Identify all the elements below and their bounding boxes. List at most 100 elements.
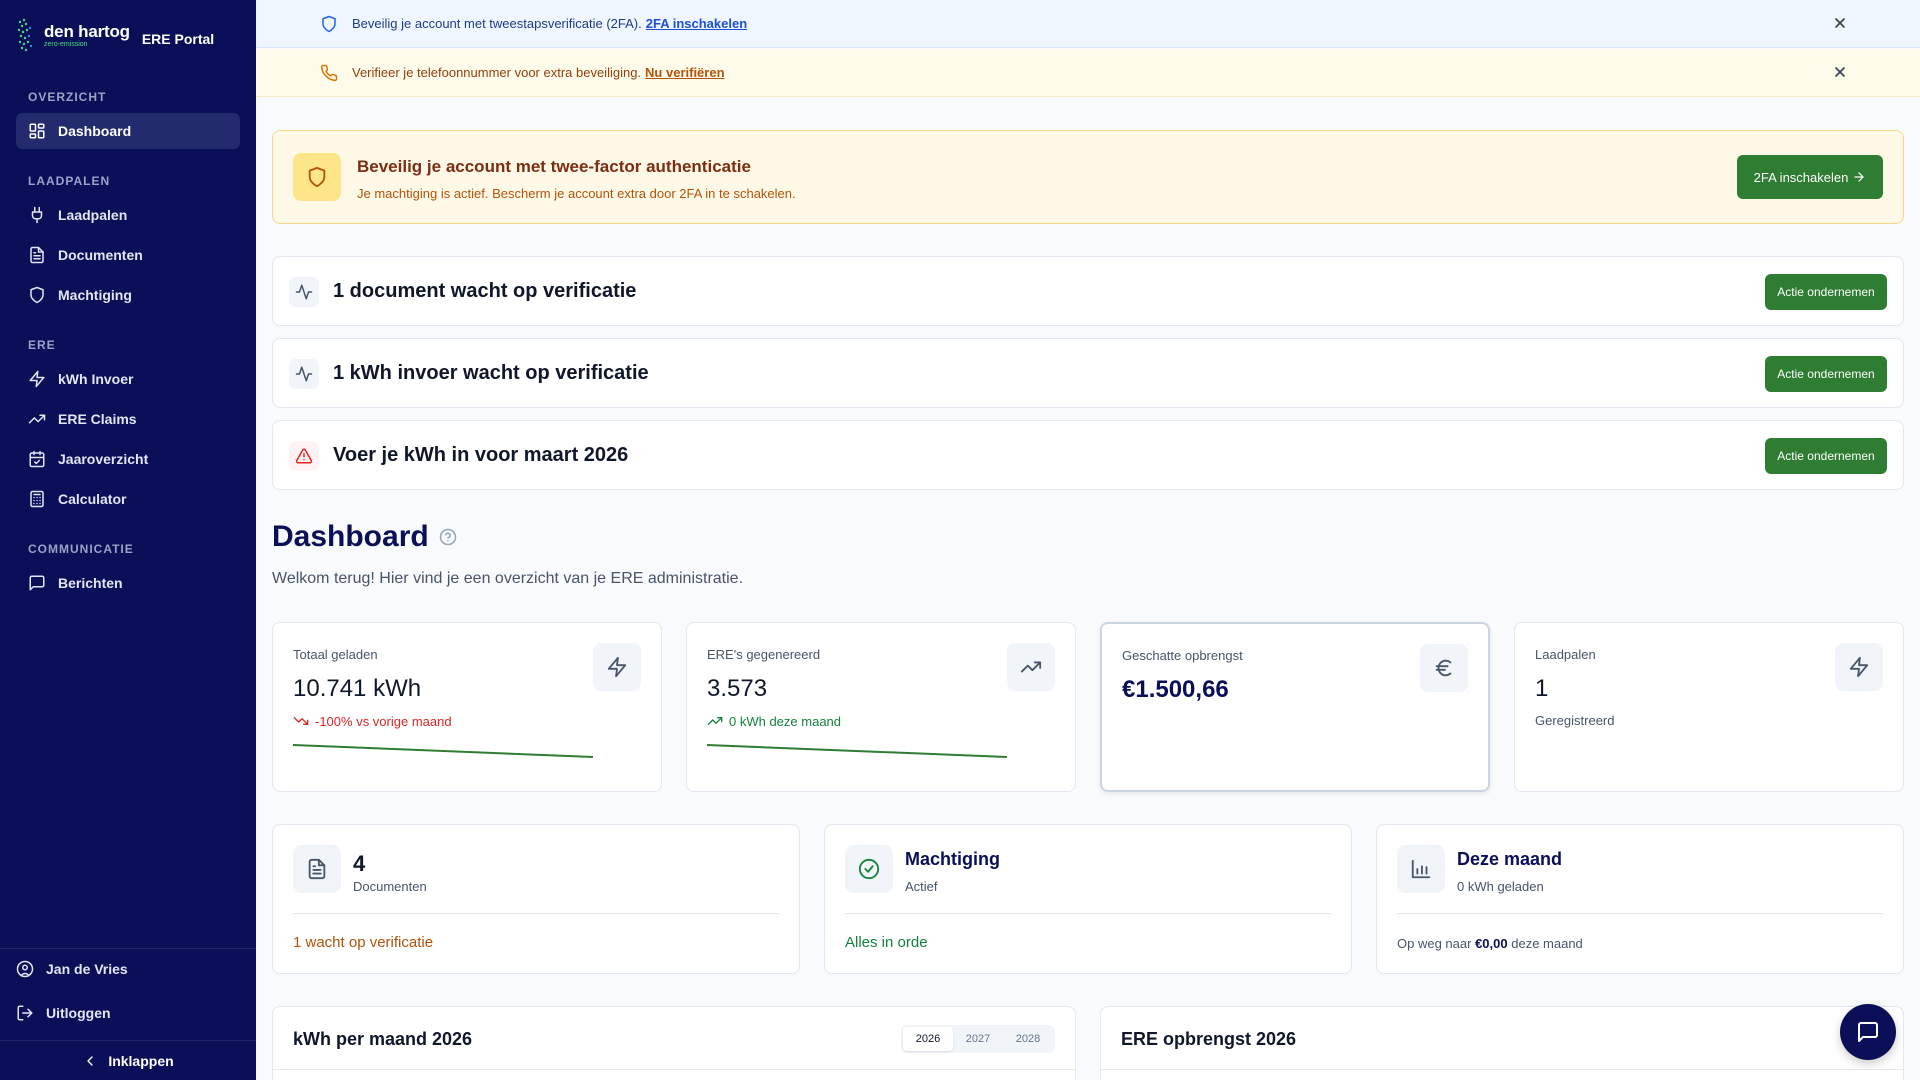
card-divider bbox=[293, 913, 779, 914]
card-divider bbox=[845, 913, 1331, 914]
phone-icon bbox=[320, 64, 338, 81]
activity-icon bbox=[295, 366, 313, 382]
sidebar-item-label: Machtiging bbox=[58, 287, 132, 303]
sidebar-item-label: Berichten bbox=[58, 575, 123, 591]
sidebar-item-machtiging[interactable]: Machtiging bbox=[16, 277, 240, 313]
alert-triangle-icon bbox=[295, 448, 313, 464]
calendar-check-icon bbox=[29, 450, 45, 468]
action-kwh-verification: 1 kWh invoer wacht op verificatie Actie … bbox=[272, 338, 1904, 408]
arrow-right-icon bbox=[1854, 172, 1865, 182]
brand-tagline: zero-emission bbox=[44, 41, 88, 48]
user-profile[interactable]: Jan de Vries bbox=[16, 960, 128, 978]
shield-icon bbox=[30, 286, 44, 304]
check-circle-icon bbox=[858, 858, 880, 880]
help-circle-icon[interactable] bbox=[439, 528, 457, 546]
year-tab-2026[interactable]: 2026 bbox=[903, 1027, 953, 1051]
sidebar-item-label: Documenten bbox=[58, 247, 143, 263]
brand-name: den hartog bbox=[44, 22, 130, 41]
sidebar-item-label: Calculator bbox=[58, 491, 127, 507]
year-selector: 2026 2027 2028 bbox=[901, 1025, 1055, 1053]
phone-banner: Verifieer je telefoonnummer voor extra b… bbox=[256, 49, 1920, 97]
euro-icon bbox=[1435, 659, 1452, 677]
section-overzicht: OVERZICHT bbox=[28, 90, 107, 104]
card-divider bbox=[273, 1069, 1075, 1070]
card-divider bbox=[1397, 913, 1883, 914]
stat-label: Laadpalen bbox=[1535, 647, 1596, 662]
chat-icon bbox=[1858, 1022, 1878, 1042]
action-title: 1 kWh invoer wacht op verificatie bbox=[333, 362, 649, 384]
close-phone-banner-button[interactable] bbox=[1832, 64, 1850, 82]
footer-amount: €0,00 bbox=[1475, 936, 1508, 951]
stat-estimated-revenue[interactable]: Geschatte opbrengst €1.500,66 bbox=[1100, 622, 1490, 792]
collapse-label: Inklappen bbox=[108, 1052, 174, 1069]
sidebar-item-kwh-invoer[interactable]: kWh Invoer bbox=[16, 361, 240, 397]
stat-label: Totaal geladen bbox=[293, 647, 378, 662]
twofa-card-title: Beveilig je account met twee-factor auth… bbox=[357, 157, 751, 176]
sidebar-item-dashboard[interactable]: Dashboard bbox=[16, 113, 240, 149]
sidebar-item-ere-claims[interactable]: ERE Claims bbox=[16, 401, 240, 437]
this-month-icon-box bbox=[1397, 845, 1445, 893]
sidebar-item-label: ERE Claims bbox=[58, 411, 137, 427]
stat-icon-box bbox=[1420, 644, 1468, 692]
stat-total-charged: Totaal geladen 10.741 kWh -100% vs vorig… bbox=[272, 622, 662, 792]
take-action-button[interactable]: Actie ondernemen bbox=[1765, 356, 1887, 392]
stat-delta: 0 kWh deze maand bbox=[707, 713, 841, 729]
stat-delta: -100% vs vorige maand bbox=[293, 713, 452, 729]
page-title: Dashboard bbox=[272, 520, 457, 554]
footer-prefix: Op weg naar bbox=[1397, 936, 1472, 951]
activity-icon bbox=[295, 284, 313, 300]
bolt-icon bbox=[1849, 656, 1869, 678]
sidebar-item-berichten[interactable]: Berichten bbox=[16, 565, 240, 601]
bolt-icon bbox=[607, 656, 627, 678]
this-month-card[interactable]: Deze maand 0 kWh geladen Op weg naar €0,… bbox=[1376, 824, 1904, 974]
year-tab-2027[interactable]: 2027 bbox=[953, 1027, 1003, 1051]
collapse-sidebar-button[interactable]: Inklappen bbox=[0, 1040, 256, 1080]
trending-up-icon bbox=[28, 414, 46, 424]
document-icon bbox=[308, 858, 326, 880]
sidebar-item-label: Jaaroverzicht bbox=[58, 451, 149, 467]
close-icon bbox=[1835, 18, 1845, 28]
enable-2fa-label: 2FA inschakelen bbox=[1753, 169, 1849, 185]
sidebar-item-jaaroverzicht[interactable]: Jaaroverzicht bbox=[16, 441, 240, 477]
phone-banner-link[interactable]: Nu verifiëren bbox=[645, 65, 724, 80]
documents-card[interactable]: 4 Documenten 1 wacht op verificatie bbox=[272, 824, 800, 974]
authorization-status: Actief bbox=[905, 879, 938, 894]
trending-up-icon bbox=[707, 717, 723, 725]
stat-value: 3.573 bbox=[707, 675, 768, 702]
authorization-card[interactable]: Machtiging Actief Alles in orde bbox=[824, 824, 1352, 974]
sidebar-item-label: kWh Invoer bbox=[58, 371, 134, 387]
authorization-footer: Alles in orde bbox=[845, 934, 928, 951]
documents-label: Documenten bbox=[353, 879, 427, 894]
sidebar-item-calculator[interactable]: Calculator bbox=[16, 481, 240, 517]
twofa-banner-link[interactable]: 2FA inschakelen bbox=[646, 16, 747, 31]
bar-chart-icon bbox=[1411, 859, 1431, 879]
brand[interactable]: den hartog zero-emission ERE Portal bbox=[16, 16, 214, 56]
take-action-button[interactable]: Actie ondernemen bbox=[1765, 274, 1887, 310]
section-ere: ERE bbox=[28, 338, 56, 352]
action-icon-box bbox=[289, 359, 319, 389]
stat-note: Geregistreerd bbox=[1535, 713, 1615, 728]
sidebar-item-documenten[interactable]: Documenten bbox=[16, 237, 240, 273]
footer-suffix: deze maand bbox=[1511, 936, 1583, 951]
authorization-icon-box bbox=[845, 845, 893, 893]
logout-button[interactable]: Uitloggen bbox=[16, 1004, 111, 1022]
dashboard-icon bbox=[29, 123, 45, 139]
stat-label: Geschatte opbrengst bbox=[1122, 648, 1243, 663]
close-twofa-banner-button[interactable] bbox=[1832, 15, 1850, 33]
stat-value: 10.741 kWh bbox=[293, 675, 422, 702]
stat-ere-generated: ERE's gegenereerd 3.573 0 kWh deze maand bbox=[686, 622, 1076, 792]
enable-2fa-button[interactable]: 2FA inschakelen bbox=[1737, 155, 1883, 199]
page-subtitle: Welkom terug! Hier vind je een overzicht… bbox=[272, 570, 744, 587]
twofa-card: Beveilig je account met twee-factor auth… bbox=[272, 130, 1904, 224]
twofa-card-subtitle: Je machtiging is actief. Bescherm je acc… bbox=[357, 186, 796, 201]
message-icon bbox=[29, 575, 45, 591]
portal-name: ERE Portal bbox=[141, 31, 215, 47]
year-tab-2028[interactable]: 2028 bbox=[1003, 1027, 1053, 1051]
user-circle-icon bbox=[16, 960, 34, 978]
sidebar-item-label: Laadpalen bbox=[58, 207, 128, 223]
action-icon-box bbox=[289, 441, 319, 471]
chat-button[interactable] bbox=[1840, 1004, 1896, 1060]
sidebar-item-laadpalen[interactable]: Laadpalen bbox=[16, 197, 240, 233]
stat-value: 1 bbox=[1535, 675, 1549, 702]
take-action-button[interactable]: Actie ondernemen bbox=[1765, 438, 1887, 474]
